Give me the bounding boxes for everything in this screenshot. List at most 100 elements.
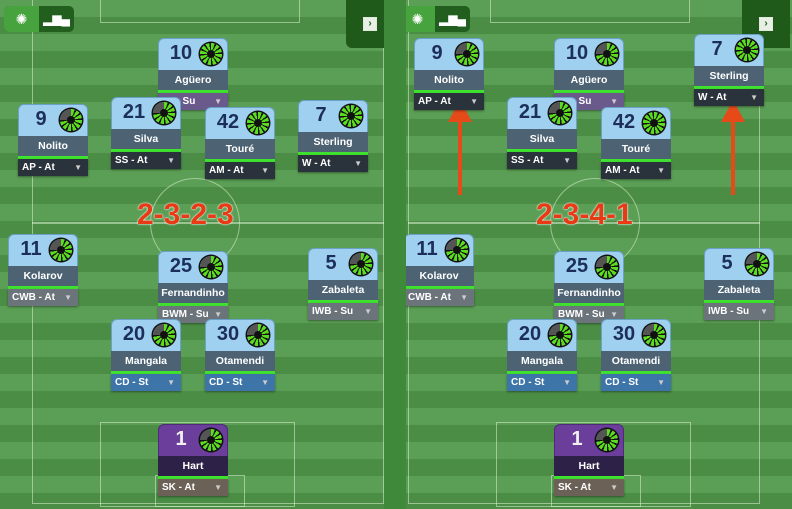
player-card[interactable]: 11 Kolarov CWB - At ▼ xyxy=(8,234,78,306)
player-card[interactable]: 7 Sterling W - At ▼ xyxy=(694,34,764,106)
dropdown-caret-icon: ▼ xyxy=(750,93,758,102)
player-card[interactable]: 20 Mangala CD - St ▼ xyxy=(507,319,577,391)
player-card[interactable]: 25 Fernandinho BWM - Su ▼ xyxy=(554,251,624,323)
player-card[interactable]: 25 Fernandinho BWM - Su ▼ xyxy=(158,251,228,323)
bar-chart-icon: ▂▆▄ xyxy=(43,12,70,26)
player-card[interactable]: 5 Zabaleta IWB - Su ▼ xyxy=(704,248,774,320)
player-name: Touré xyxy=(205,139,275,162)
player-card[interactable]: 7 Sterling W - At ▼ xyxy=(298,100,368,172)
player-card[interactable]: 5 Zabaleta IWB - Su ▼ xyxy=(308,248,378,320)
player-number: 1 xyxy=(571,428,583,450)
expand-panel-icon: › xyxy=(363,17,377,31)
role-dropdown[interactable]: W - At ▼ xyxy=(298,155,368,172)
dropdown-caret-icon: ▼ xyxy=(657,166,665,175)
role-label: W - At xyxy=(302,158,331,169)
role-label: IWB - Su xyxy=(312,306,354,317)
dropdown-caret-icon: ▼ xyxy=(470,97,478,106)
role-dropdown[interactable]: AM - At ▼ xyxy=(601,162,671,179)
bar-chart-icon: ▂▆▄ xyxy=(439,12,466,26)
player-name: Kolarov xyxy=(406,266,474,289)
condition-icon xyxy=(736,39,758,61)
role-dropdown[interactable]: CD - St ▼ xyxy=(111,374,181,391)
role-dropdown[interactable]: AP - At ▼ xyxy=(414,93,484,110)
role-dropdown[interactable]: SS - At ▼ xyxy=(507,152,577,169)
role-label: IWB - Su xyxy=(708,306,750,317)
player-name: Agüero xyxy=(158,70,228,93)
role-label: AP - At xyxy=(418,96,451,107)
player-card[interactable]: 30 Otamendi CD - St ▼ xyxy=(205,319,275,391)
expand-panel-icon: › xyxy=(759,17,773,31)
player-number: 11 xyxy=(416,238,438,260)
player-number: 10 xyxy=(565,42,589,64)
formation-label: 2-3-4-1 xyxy=(536,198,633,231)
player-name: Otamendi xyxy=(205,351,275,374)
player-number: 5 xyxy=(721,252,733,274)
dropdown-caret-icon: ▼ xyxy=(167,156,175,165)
player-number: 42 xyxy=(216,111,240,133)
condition-icon xyxy=(643,324,665,346)
condition-icon xyxy=(596,256,618,278)
condition-icon xyxy=(153,102,175,124)
player-card-goalkeeper[interactable]: 1 Hart SK - At ▼ xyxy=(158,424,228,496)
player-number: 25 xyxy=(169,255,193,277)
player-card[interactable]: 20 Mangala CD - St ▼ xyxy=(111,319,181,391)
pitch-view-icon: ✺ xyxy=(411,10,424,27)
player-card[interactable]: 42 Touré AM - At ▼ xyxy=(601,107,671,179)
player-card[interactable]: 21 Silva SS - At ▼ xyxy=(507,97,577,169)
role-label: AP - At xyxy=(22,162,55,173)
role-dropdown[interactable]: CWB - At ▼ xyxy=(406,289,474,306)
condition-icon xyxy=(596,429,618,451)
pitch-view-button[interactable]: ✺ xyxy=(4,6,39,32)
dropdown-caret-icon: ▼ xyxy=(261,166,269,175)
player-card[interactable]: 11 Kolarov CWB - At ▼ xyxy=(406,234,474,306)
role-label: CD - St xyxy=(209,377,243,388)
role-label: CWB - At xyxy=(408,292,451,303)
player-card[interactable]: 10AgüeroF9 - Su▼ xyxy=(554,38,624,110)
dropdown-caret-icon: ▼ xyxy=(354,159,362,168)
player-name: Zabaleta xyxy=(704,280,774,303)
role-dropdown[interactable]: SK - At ▼ xyxy=(158,479,228,496)
player-number: 42 xyxy=(612,111,636,133)
role-dropdown[interactable]: SK - At ▼ xyxy=(554,479,624,496)
role-dropdown[interactable]: IWB - Su ▼ xyxy=(704,303,774,320)
dropdown-caret-icon: ▼ xyxy=(657,378,665,387)
player-card[interactable]: 9 Nolito AP - At ▼ xyxy=(414,38,484,110)
player-card[interactable]: 10AgüeroF9 - Su▼ xyxy=(158,38,228,110)
condition-icon xyxy=(50,239,72,261)
role-dropdown[interactable]: CD - St ▼ xyxy=(507,374,577,391)
role-label: SK - At xyxy=(558,482,591,493)
condition-icon xyxy=(200,429,222,451)
stats-view-button[interactable]: ▂▆▄ xyxy=(435,6,470,32)
player-card-goalkeeper[interactable]: 1 Hart SK - At ▼ xyxy=(554,424,624,496)
role-dropdown[interactable]: SS - At ▼ xyxy=(111,152,181,169)
player-name: Fernandinho xyxy=(158,283,228,306)
player-name: Zabaleta xyxy=(308,280,378,303)
dropdown-caret-icon: ▼ xyxy=(74,163,82,172)
player-number: 5 xyxy=(325,252,337,274)
stats-view-button[interactable]: ▂▆▄ xyxy=(39,6,74,32)
role-dropdown[interactable]: CWB - At ▼ xyxy=(8,289,78,306)
condition-icon xyxy=(549,324,571,346)
role-dropdown[interactable]: CD - St ▼ xyxy=(205,374,275,391)
role-dropdown[interactable]: CD - St ▼ xyxy=(601,374,671,391)
player-name: Sterling xyxy=(694,66,764,89)
player-card[interactable]: 9 Nolito AP - At ▼ xyxy=(18,104,88,176)
player-number: 30 xyxy=(216,323,240,345)
formation-label: 2-3-2-3 xyxy=(137,198,234,231)
condition-icon xyxy=(596,43,618,65)
role-dropdown[interactable]: AP - At ▼ xyxy=(18,159,88,176)
player-card[interactable]: 21 Silva SS - At ▼ xyxy=(111,97,181,169)
role-dropdown[interactable]: IWB - Su ▼ xyxy=(308,303,378,320)
player-number: 9 xyxy=(35,108,47,130)
role-dropdown[interactable]: AM - At ▼ xyxy=(205,162,275,179)
role-dropdown[interactable]: W - At ▼ xyxy=(694,89,764,106)
dropdown-caret-icon: ▼ xyxy=(760,307,768,316)
dropdown-caret-icon: ▼ xyxy=(214,483,222,492)
player-name: Fernandinho xyxy=(554,283,624,306)
player-name: Agüero xyxy=(554,70,624,93)
player-card[interactable]: 42 Touré AM - At ▼ xyxy=(205,107,275,179)
pitch-view-button[interactable]: ✺ xyxy=(406,6,435,32)
dropdown-caret-icon: ▼ xyxy=(364,307,372,316)
player-card[interactable]: 30 Otamendi CD - St ▼ xyxy=(601,319,671,391)
tactics-pitch-left: ✺ ▂▆▄ › 2-3-2-3 10AgüeroF9 - Su▼ 9Nolito… xyxy=(0,0,396,509)
